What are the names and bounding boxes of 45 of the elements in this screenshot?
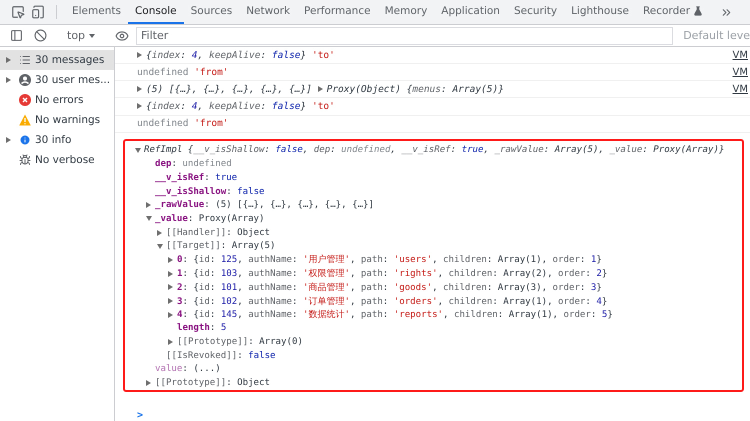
panel-tab[interactable]: Performance bbox=[297, 0, 378, 24]
sidebar-item[interactable]: 30 messages bbox=[0, 50, 114, 70]
property-text: [[Handler]]: Object bbox=[166, 228, 270, 238]
sidebar-item[interactable]: No errors bbox=[0, 90, 114, 110]
sidebar-item[interactable]: 30 info bbox=[0, 130, 114, 150]
log-message: {index: 4, keepAlive: false} 'to' bbox=[137, 100, 748, 112]
source-link[interactable]: VM bbox=[732, 50, 748, 61]
property-text: length: 5 bbox=[177, 323, 226, 334]
property-text: [[Target]]: Array(5) bbox=[166, 241, 276, 252]
log-message: (5) [{…}, {…}, {…}, {…}, {…}] Proxy(Object) {menus: Array(5)} bbox=[137, 84, 733, 95]
sidebar-item[interactable]: 30 user mes... bbox=[0, 70, 114, 90]
filter-input[interactable]: Filter bbox=[136, 26, 674, 44]
panel-tab[interactable]: Application bbox=[434, 0, 507, 24]
log-message: undefined 'from' bbox=[137, 66, 230, 78]
property-text: RefImpl {__v_isShallow: false, dep: undefined, __v_isRef: true, _rawValue: Array(5), _value: Proxy(Array)} bbox=[144, 145, 724, 156]
property-text: [[Prototype]]: Object bbox=[155, 378, 270, 388]
panel-tab[interactable]: Console bbox=[128, 0, 184, 24]
panel-tab[interactable]: Memory bbox=[378, 0, 434, 24]
property-text: _value: Proxy(Array) bbox=[155, 214, 265, 224]
property-text: 2: {id: 101, authName: '商品管理', path: 'goods', children: Array(3), order: 3} bbox=[177, 282, 602, 294]
property-text: value: (...) bbox=[155, 364, 221, 374]
context-dropdown[interactable]: top bbox=[63, 29, 100, 42]
panel-tab[interactable]: Security bbox=[506, 0, 564, 24]
property-text: [[IsRevoked]]: false bbox=[166, 350, 276, 361]
console-prompt[interactable]: > bbox=[115, 392, 750, 421]
sidebar-item[interactable]: No warnings bbox=[0, 110, 114, 130]
panel-tab[interactable]: Elements bbox=[65, 0, 128, 24]
panel-tab[interactable]: Sources bbox=[184, 0, 240, 24]
source-link[interactable]: VM bbox=[732, 66, 748, 78]
property-text: [[Prototype]]: Array(0) bbox=[177, 337, 303, 348]
property-text: 1: {id: 103, authName: '权限管理', path: 'rights', children: Array(2), order: 2} bbox=[177, 268, 608, 280]
property-text: 3: {id: 102, authName: '订单管理', path: 'orders', children: Array(1), order: 4} bbox=[177, 296, 608, 308]
source-link[interactable]: VM bbox=[732, 84, 748, 95]
log-message: undefined 'from' bbox=[137, 118, 230, 130]
property-text: 4: {id: 145, authName: '数据统计', path: 'reports', children: Array(1), order: 5} bbox=[177, 308, 613, 322]
property-text: dep: undefined bbox=[155, 159, 232, 170]
property-text: __v_isRef: true bbox=[155, 172, 238, 183]
sidebar-item[interactable]: No verbose bbox=[0, 150, 114, 170]
panel-tab[interactable]: Recorder bbox=[636, 0, 710, 24]
panel-tab[interactable]: Network bbox=[239, 0, 298, 24]
log-message: {index: 4, keepAlive: false} 'to' bbox=[137, 50, 733, 61]
panel-tab[interactable]: Lighthouse bbox=[564, 0, 636, 24]
property-text: _rawValue: (5) [{…}, {…}, {…}, {…}, {…}] bbox=[155, 200, 374, 210]
property-text: 0: {id: 125, authName: '用户管理', path: 'users', children: Array(1), order: 1} bbox=[177, 254, 602, 266]
property-text: __v_isShallow: false bbox=[155, 186, 265, 197]
